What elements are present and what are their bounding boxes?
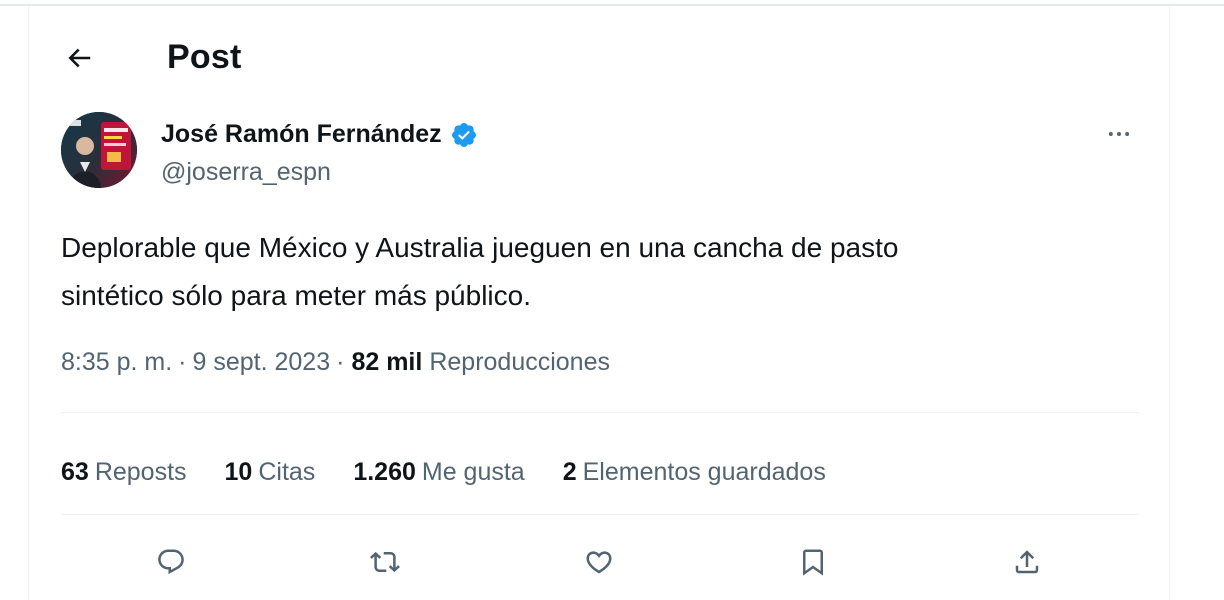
share-icon: [1012, 547, 1042, 582]
bookmarks-stat[interactable]: 2 Elementos guardados: [563, 458, 826, 487]
reply-icon: [156, 547, 186, 582]
bookmark-icon: [798, 547, 828, 582]
likes-label: Me gusta: [421, 457, 525, 486]
likes-stat[interactable]: 1.260 Me gusta: [353, 458, 524, 487]
post-time[interactable]: 8:35 p. m.: [61, 348, 172, 377]
post-panel: Post José Ramón Fernández @joserra_espn …: [28, 6, 1170, 600]
share-button[interactable]: [1003, 540, 1051, 588]
more-options-button[interactable]: [1097, 114, 1141, 158]
back-button[interactable]: [59, 40, 99, 80]
display-name-row: José Ramón Fernández: [161, 120, 478, 149]
quotes-stat[interactable]: 10 Citas: [225, 458, 316, 487]
post-actions: [29, 536, 1169, 592]
post-author: José Ramón Fernández @joserra_espn: [29, 106, 1169, 206]
bookmark-button[interactable]: [789, 540, 837, 588]
divider: [61, 412, 1139, 413]
avatar[interactable]: [61, 112, 137, 188]
arrow-left-icon: [64, 43, 94, 78]
post-header: Post: [29, 6, 1169, 106]
repost-button[interactable]: [361, 540, 409, 588]
post-meta: 8:35 p. m. · 9 sept. 2023 · 82 mil Repro…: [61, 348, 610, 377]
meta-separator: ·: [178, 348, 187, 376]
post-stats: 63 Reposts 10 Citas 1.260 Me gusta 2 Ele…: [61, 452, 864, 492]
reposts-stat[interactable]: 63 Reposts: [61, 458, 187, 487]
bookmarks-count: 2: [562, 457, 577, 486]
display-name[interactable]: José Ramón Fernández: [161, 120, 442, 149]
more-horizontal-icon: [1105, 120, 1133, 153]
heart-icon: [584, 547, 614, 582]
post-text: Deplorable que México y Australia juegue…: [61, 224, 1101, 320]
page-title: Post: [167, 38, 242, 76]
post-text-line: Deplorable que México y Australia juegue…: [61, 232, 899, 263]
post-date[interactable]: 9 sept. 2023: [193, 348, 331, 377]
likes-count: 1.260: [353, 457, 416, 486]
bookmarks-label: Elementos guardados: [582, 457, 826, 486]
repost-icon: [370, 547, 400, 582]
quotes-label: Citas: [258, 457, 316, 486]
verified-badge-icon[interactable]: [450, 121, 478, 149]
views-count: 82 mil: [351, 348, 423, 376]
divider: [61, 514, 1139, 515]
user-handle[interactable]: @joserra_espn: [161, 158, 331, 187]
post-text-line: sintético sólo para meter más público.: [61, 280, 531, 311]
reply-button[interactable]: [147, 540, 195, 588]
views-label: Reproducciones: [429, 348, 610, 376]
reposts-count: 63: [61, 457, 89, 486]
like-button[interactable]: [575, 540, 623, 588]
reposts-label: Reposts: [94, 457, 187, 486]
quotes-count: 10: [224, 457, 253, 486]
meta-separator: ·: [336, 348, 345, 376]
